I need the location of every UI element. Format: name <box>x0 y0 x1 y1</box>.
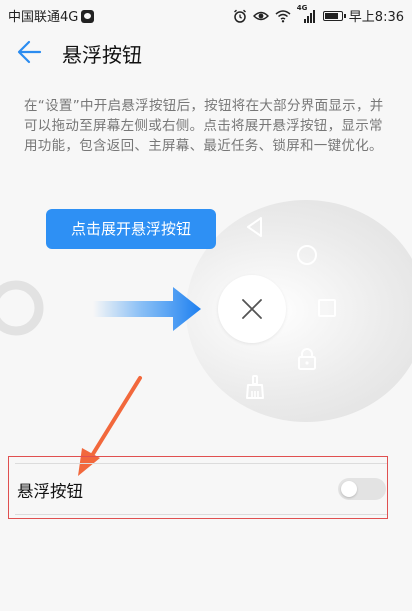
lock-icon <box>298 348 316 370</box>
status-time: 早上8:36 <box>348 10 404 25</box>
battery-level <box>324 12 338 19</box>
status-right: 4G 早上8:36 <box>233 4 404 25</box>
battery-icon <box>322 10 346 21</box>
back-arrow-icon <box>17 40 42 64</box>
status-bar: 中国联通4G 4G 早上8:36 <box>0 0 412 28</box>
floating-button-expanded <box>218 275 286 343</box>
carrier-label: 中国联通4G <box>8 10 79 25</box>
signal-indicator: 4G <box>297 4 317 23</box>
back-triangle-icon <box>247 217 262 237</box>
back-button[interactable] <box>10 36 46 68</box>
floating-button-collapsed-icon <box>0 280 44 336</box>
status-left: 中国联通4G <box>8 6 95 25</box>
recents-square-icon <box>318 299 336 317</box>
broom-icon <box>246 375 264 399</box>
title-bar: 悬浮按钮 <box>0 28 412 76</box>
divider <box>15 514 387 515</box>
page-title: 悬浮按钮 <box>62 43 142 67</box>
eye-icon <box>252 11 269 20</box>
feature-description: 在“设置”中开启悬浮按钮后，按钮将在大部分界面显示，并可以拖动至屏幕左侧或右侧。… <box>24 98 384 154</box>
carrier-badge-icon <box>81 10 95 23</box>
feature-illustration: 点击展开悬浮按钮 <box>0 196 412 436</box>
home-circle-icon <box>297 245 317 265</box>
expand-tooltip: 点击展开悬浮按钮 <box>46 209 216 249</box>
alarm-icon <box>233 9 246 23</box>
floating-button-setting-label: 悬浮按钮 <box>17 482 83 501</box>
wifi-icon <box>275 9 291 22</box>
toggle-knob <box>341 481 357 497</box>
signal-icon <box>303 9 315 23</box>
close-x-icon <box>242 299 262 319</box>
floating-button-toggle[interactable] <box>338 478 386 500</box>
expand-arrow-icon <box>93 287 201 331</box>
